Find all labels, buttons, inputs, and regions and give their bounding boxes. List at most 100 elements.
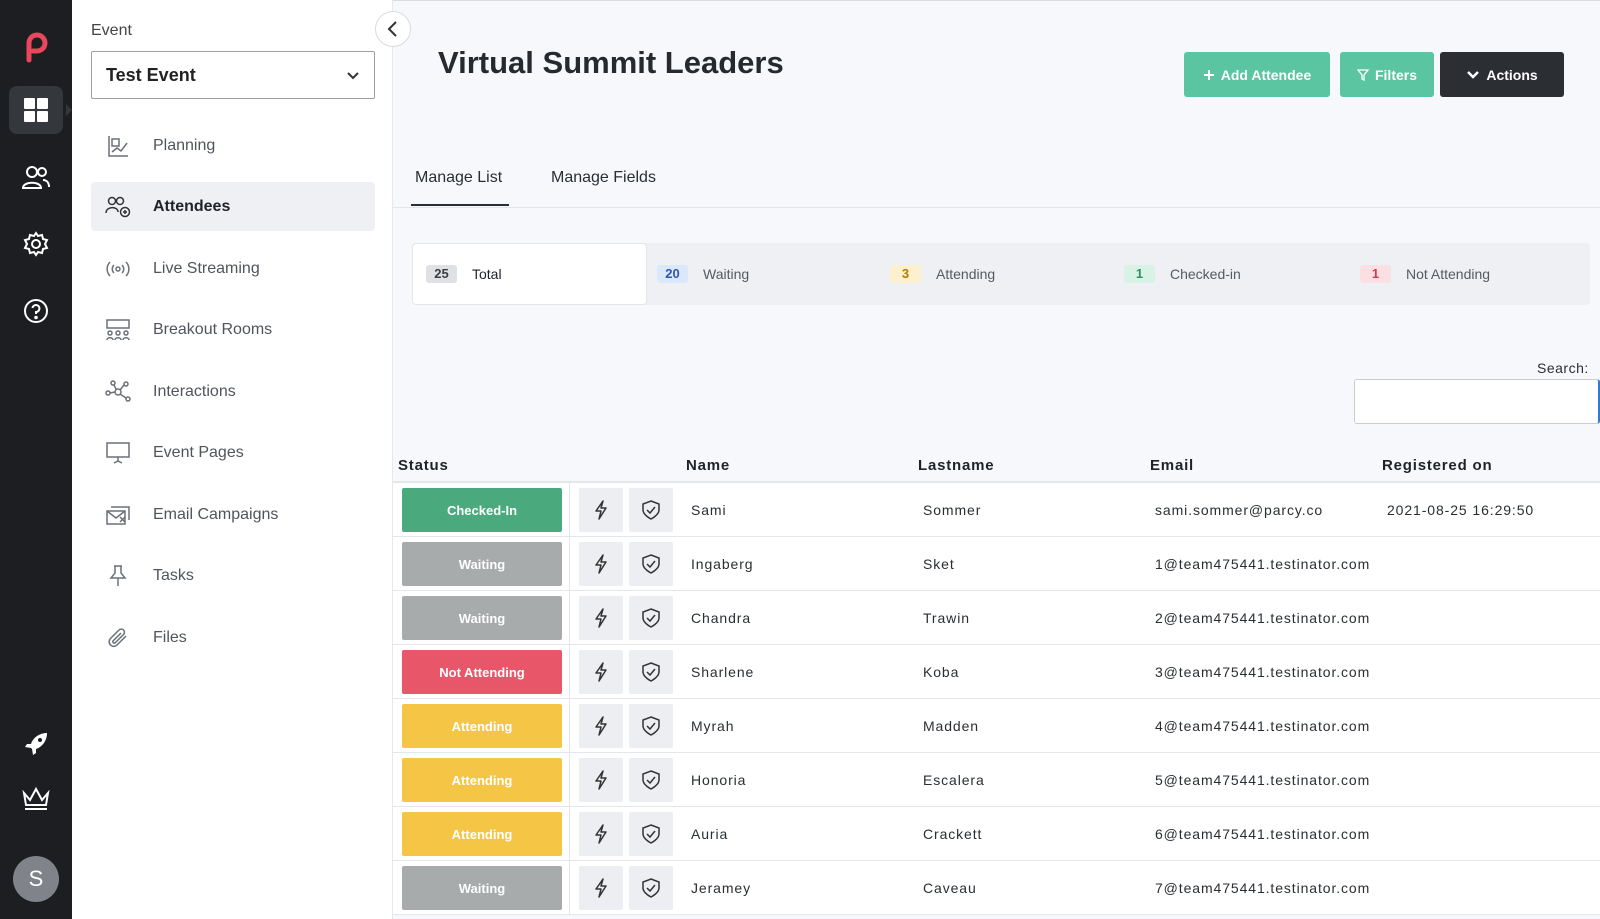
verify-button[interactable] — [629, 650, 673, 694]
table-row[interactable]: Attending Myrah Madden 4@team475441.test… — [393, 699, 1600, 753]
count-waiting[interactable]: 20 Waiting — [657, 243, 749, 305]
column-divider — [569, 537, 570, 591]
status-badge[interactable]: Checked-In — [402, 488, 562, 532]
status-badge[interactable]: Attending — [402, 704, 562, 748]
lightning-icon — [595, 716, 607, 736]
table-row[interactable]: Not Attending Sharlene Koba 3@team475441… — [393, 645, 1600, 699]
sidebar-item-label: Attendees — [153, 197, 231, 215]
shield-check-icon — [642, 662, 660, 682]
column-header-lastname[interactable]: Lastname — [918, 457, 994, 474]
count-checked-in[interactable]: 1 Checked-in — [1124, 243, 1241, 305]
quick-action-button[interactable] — [579, 596, 623, 640]
count-total[interactable]: 25 Total — [412, 243, 647, 305]
verify-button[interactable] — [629, 812, 673, 856]
lightning-icon — [595, 554, 607, 574]
event-sidebar: Event Test Event Planning Attendees Live… — [72, 0, 393, 919]
status-badge[interactable]: Waiting — [402, 596, 562, 640]
quick-action-button[interactable] — [579, 812, 623, 856]
dashboard-icon[interactable] — [9, 86, 72, 134]
quick-action-button[interactable] — [579, 542, 623, 586]
sidebar-item-email-campaigns[interactable]: Email Campaigns — [91, 490, 375, 539]
collapse-sidebar-button[interactable] — [375, 11, 411, 47]
users-icon[interactable] — [9, 153, 63, 201]
sidebar-item-label: Tasks — [153, 566, 194, 584]
table-row[interactable]: Waiting Ingaberg Sket 1@team475441.testi… — [393, 537, 1600, 591]
count-waiting-number: 20 — [657, 265, 688, 283]
column-header-registered[interactable]: Registered on — [1382, 457, 1492, 474]
count-attending[interactable]: 3 Attending — [890, 243, 995, 305]
lightning-icon — [595, 824, 607, 844]
actions-label: Actions — [1486, 66, 1538, 83]
actions-button[interactable]: Actions — [1440, 52, 1564, 97]
cell-name: Jeramey — [691, 880, 751, 896]
filters-button[interactable]: Filters — [1340, 52, 1434, 97]
app-logo-icon[interactable] — [19, 26, 53, 64]
quick-action-button[interactable] — [579, 866, 623, 910]
sidebar-item-breakout-rooms[interactable]: Breakout Rooms — [91, 305, 375, 354]
verify-button[interactable] — [629, 542, 673, 586]
table-row[interactable]: Attending Honoria Escalera 5@team475441.… — [393, 753, 1600, 807]
status-badge[interactable]: Attending — [402, 758, 562, 802]
count-checked-in-label: Checked-in — [1170, 266, 1241, 282]
cell-name: Sami — [691, 502, 727, 518]
quick-action-button[interactable] — [579, 758, 623, 802]
event-select[interactable]: Test Event — [91, 51, 375, 99]
cell-email: 7@team475441.testinator.com — [1155, 880, 1371, 896]
quick-action-button[interactable] — [579, 650, 623, 694]
column-header-status[interactable]: Status — [398, 457, 449, 474]
table-row[interactable]: Checked-In Sami Sommer sami.sommer@parcy… — [393, 483, 1600, 537]
rocket-icon[interactable] — [9, 720, 63, 768]
cell-lastname: Escalera — [923, 772, 985, 788]
add-attendee-label: Add Attendee — [1220, 66, 1312, 83]
help-icon[interactable] — [9, 287, 63, 335]
settings-icon[interactable] — [9, 220, 63, 268]
shield-check-icon — [642, 770, 660, 790]
sidebar-item-event-pages[interactable]: Event Pages — [91, 428, 375, 477]
sidebar-item-label: Live Streaming — [153, 259, 260, 277]
tasks-icon — [105, 563, 131, 589]
table-body: Checked-In Sami Sommer sami.sommer@parcy… — [393, 483, 1600, 915]
sidebar-item-interactions[interactable]: Interactions — [91, 367, 375, 416]
status-badge[interactable]: Waiting — [402, 542, 562, 586]
cell-email: 1@team475441.testinator.com — [1155, 556, 1371, 572]
column-header-email[interactable]: Email — [1150, 457, 1194, 474]
sidebar-item-files[interactable]: Files — [91, 613, 375, 662]
count-not-attending[interactable]: 1 Not Attending — [1360, 243, 1490, 305]
table-row[interactable]: Attending Auria Crackett 6@team475441.te… — [393, 807, 1600, 861]
verify-button[interactable] — [629, 758, 673, 802]
tab-manage-list[interactable]: Manage List — [411, 169, 509, 206]
table-row[interactable]: Waiting Chandra Trawin 2@team475441.test… — [393, 591, 1600, 645]
column-divider — [569, 645, 570, 699]
icon-rail: S — [0, 0, 72, 919]
sidebar-item-label: Files — [153, 628, 187, 646]
status-badge[interactable]: Waiting — [402, 866, 562, 910]
user-avatar[interactable]: S — [13, 856, 59, 902]
verify-button[interactable] — [629, 488, 673, 532]
shield-check-icon — [642, 608, 660, 628]
planning-icon — [105, 133, 131, 159]
tab-manage-fields[interactable]: Manage Fields — [551, 169, 656, 204]
shield-check-icon — [642, 824, 660, 844]
verify-button[interactable] — [629, 704, 673, 748]
verify-button[interactable] — [629, 866, 673, 910]
attendees-icon — [105, 194, 131, 220]
chevron-left-icon — [387, 21, 397, 37]
verify-button[interactable] — [629, 596, 673, 640]
column-header-name[interactable]: Name — [686, 457, 730, 474]
cell-lastname: Koba — [923, 664, 960, 680]
table-row[interactable]: Waiting Jeramey Caveau 7@team475441.test… — [393, 861, 1600, 915]
sidebar-item-attendees[interactable]: Attendees — [91, 182, 375, 231]
sidebar-item-planning[interactable]: Planning — [91, 121, 375, 170]
column-divider — [569, 861, 570, 915]
status-badge[interactable]: Not Attending — [402, 650, 562, 694]
quick-action-button[interactable] — [579, 488, 623, 532]
add-attendee-button[interactable]: Add Attendee — [1184, 52, 1330, 97]
sidebar-item-live-streaming[interactable]: Live Streaming — [91, 244, 375, 293]
cell-lastname: Madden — [923, 718, 979, 734]
quick-action-button[interactable] — [579, 704, 623, 748]
crown-icon[interactable] — [9, 774, 63, 822]
status-badge[interactable]: Attending — [402, 812, 562, 856]
search-input[interactable] — [1354, 379, 1600, 424]
cell-lastname: Sommer — [923, 502, 982, 518]
sidebar-item-tasks[interactable]: Tasks — [91, 551, 375, 600]
